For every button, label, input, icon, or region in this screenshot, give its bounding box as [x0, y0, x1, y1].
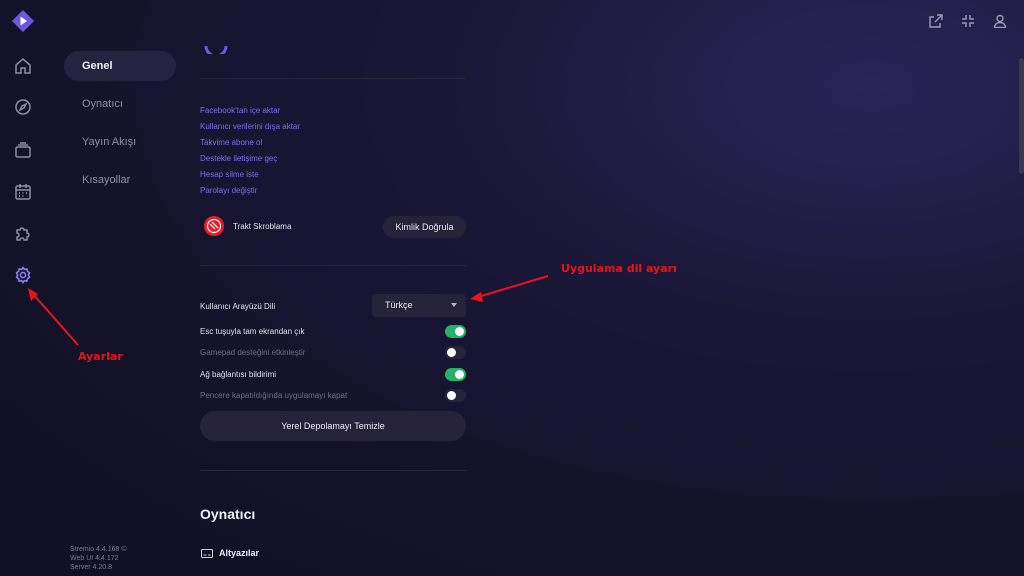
divider	[200, 78, 466, 79]
discover-icon[interactable]	[13, 97, 33, 117]
version-info: Stremio 4.4.168 © Web UI 4.4.172 Server …	[70, 545, 127, 572]
subnav-item-player[interactable]: Oynatıcı	[64, 89, 176, 119]
link-export-data[interactable]: Kullanıcı verilerini dışa aktar	[200, 122, 300, 131]
language-select[interactable]: Türkçe	[372, 294, 466, 317]
esc-fullscreen-toggle[interactable]	[445, 325, 466, 338]
authenticate-button[interactable]: Kimlik Doğrula	[383, 216, 466, 238]
calendar-icon[interactable]	[13, 182, 33, 202]
network-notification-label: Ağ bağlantısı bildirimi	[200, 370, 277, 379]
profile-icon[interactable]	[990, 11, 1010, 31]
addons-icon[interactable]	[13, 224, 33, 244]
caret-down-icon	[451, 303, 457, 307]
language-label: Kullanıcı Arayüzü Dili	[200, 302, 276, 311]
divider	[200, 470, 466, 471]
subtitles-icon	[201, 549, 213, 558]
annotation-settings: Ayarlar	[78, 350, 123, 363]
gamepad-label: Gamepad desteğini etkinleştir	[200, 348, 306, 357]
setting-esc-fullscreen: Esc tuşuyla tam ekrandan çık	[200, 324, 466, 340]
annotation-language: Uygulama dil ayarı	[561, 262, 677, 275]
link-calendar-subscribe[interactable]: Takvime abone ol	[200, 138, 262, 147]
library-icon[interactable]	[13, 140, 33, 160]
external-link-icon[interactable]	[926, 11, 946, 31]
language-value: Türkçe	[385, 300, 413, 310]
trakt-row: Trakt Skroblama Kimlik Doğrula	[200, 214, 466, 238]
link-change-password[interactable]: Parolayı değiştir	[200, 186, 257, 195]
settings-icon[interactable]	[13, 265, 33, 285]
version-webui: Web UI 4.4.172	[70, 555, 119, 562]
quit-on-close-toggle[interactable]	[445, 389, 466, 402]
scrollbar[interactable]	[1019, 58, 1024, 174]
trakt-icon	[204, 216, 224, 236]
network-notification-toggle[interactable]	[445, 368, 466, 381]
gamepad-toggle[interactable]	[445, 346, 466, 359]
settings-general-panel: Facebook'tan içe aktar Kullanıcı veriler…	[200, 0, 466, 576]
home-icon[interactable]	[13, 56, 33, 76]
esc-fullscreen-label: Esc tuşuyla tam ekrandan çık	[200, 327, 305, 336]
setting-gamepad: Gamepad desteğini etkinleştir	[200, 345, 466, 361]
link-facebook-import[interactable]: Facebook'tan içe aktar	[200, 106, 280, 115]
version-server: Server 4.20.8	[70, 564, 113, 571]
setting-quit-on-close: Pencere kapatıldığında uygulamayı kapat	[200, 388, 466, 404]
top-bar	[0, 0, 1024, 42]
quit-on-close-label: Pencere kapatıldığında uygulamayı kapat	[200, 391, 348, 400]
player-section-title: Oynatıcı	[200, 506, 256, 522]
subnav-item-shortcuts[interactable]: Kısayollar	[64, 165, 176, 195]
link-delete-account[interactable]: Hesap silme iste	[200, 170, 259, 179]
clear-storage-button[interactable]: Yerel Depolamayı Temizle	[200, 411, 466, 441]
divider	[200, 265, 466, 266]
stremio-logo[interactable]	[12, 10, 34, 32]
subtitles-label: Altyazılar	[219, 548, 260, 558]
version-app: Stremio 4.4.168 ©	[70, 546, 127, 553]
trakt-label: Trakt Skroblama	[233, 222, 292, 231]
settings-subnav: Genel Oynatıcı Yayın Akışı Kısayollar	[64, 51, 176, 195]
minimize-icon[interactable]	[958, 11, 978, 31]
setting-network-notification: Ağ bağlantısı bildirimi	[200, 367, 466, 383]
subnav-item-streaming[interactable]: Yayın Akışı	[64, 127, 176, 157]
setting-language: Kullanıcı Arayüzü Dili Türkçe	[200, 294, 466, 317]
link-contact-support[interactable]: Destekle iletişime geç	[200, 154, 277, 163]
subnav-item-general[interactable]: Genel	[64, 51, 176, 81]
